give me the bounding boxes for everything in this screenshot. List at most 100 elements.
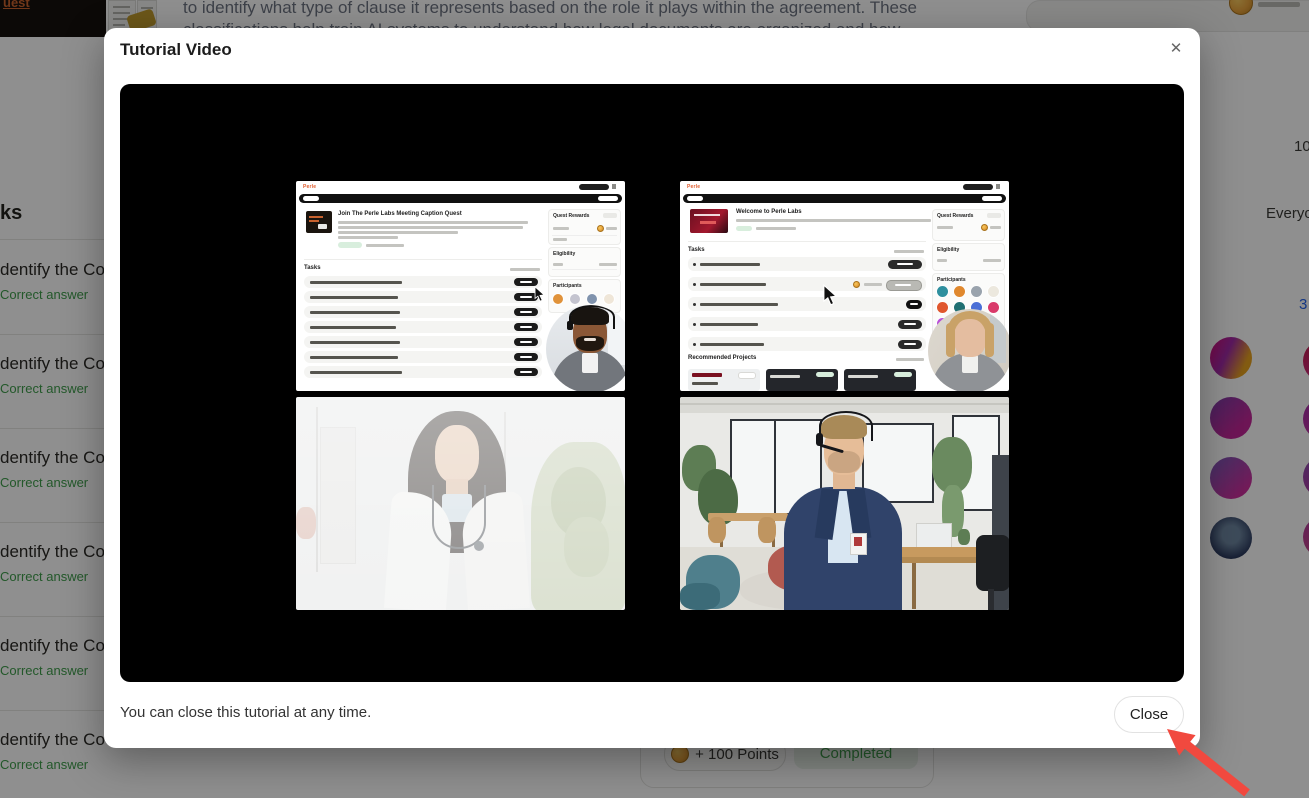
decor (910, 303, 918, 305)
decor (700, 283, 766, 286)
decor (310, 311, 400, 314)
photo-fade (296, 397, 625, 610)
decor (514, 353, 538, 361)
webcam-photo-woman (928, 309, 1009, 391)
decor (897, 263, 913, 265)
back-button (687, 196, 703, 201)
mini-task-row (688, 337, 926, 351)
decor (894, 372, 912, 377)
decor (680, 403, 1009, 405)
video-tile-doctor (296, 397, 625, 610)
eligibility-card: Eligibility (932, 243, 1005, 271)
project-card (766, 369, 838, 391)
quest-title: Welcome to Perle Labs (736, 209, 802, 215)
close-button[interactable]: Close (1114, 696, 1184, 733)
text-bar (894, 250, 924, 253)
rewards-card: Quest Rewards (932, 209, 1005, 241)
decor (520, 311, 532, 313)
text-bar (338, 226, 523, 229)
modal-footer-note: You can close this tutorial at any time. (120, 704, 371, 721)
text-bar (338, 231, 458, 234)
mini-avatar (553, 294, 563, 304)
header-icon (612, 184, 616, 189)
decor (770, 375, 800, 378)
mini-avatar (971, 286, 982, 297)
decor (310, 281, 402, 284)
header-icon (996, 184, 1000, 189)
screen: { "modal": { "title": "Tutorial Video", … (0, 0, 1309, 798)
decor (309, 216, 323, 218)
decor (310, 296, 398, 299)
cursor-pointer (534, 286, 545, 302)
decor (535, 287, 544, 301)
decor (692, 373, 722, 377)
decor (310, 371, 402, 374)
decor (824, 285, 836, 305)
decor (693, 263, 696, 266)
decor (898, 320, 922, 329)
video-tile-app-screenshot-2: Perle Welcome to Perle Labs Tasks (680, 181, 1009, 391)
nav-bar (683, 194, 1006, 203)
rewards-card: Quest Rewards (548, 209, 621, 245)
decor (693, 323, 696, 326)
text-bar (338, 236, 398, 239)
text-bar (366, 244, 404, 247)
mini-task-row (304, 366, 542, 378)
eligibility-label: Eligibility (553, 251, 575, 257)
decor (904, 323, 916, 325)
mini-avatar (587, 294, 597, 304)
decor (774, 421, 776, 513)
perle-logo: Perle (303, 184, 316, 190)
divider (688, 241, 926, 242)
mini-task-row (304, 306, 542, 318)
text-bar (510, 268, 540, 271)
status-badge (338, 242, 362, 248)
mini-task-row (688, 257, 926, 271)
decor (700, 343, 764, 346)
decor (895, 284, 911, 286)
decor (954, 319, 986, 357)
chair (708, 517, 726, 543)
participants-label: Participants (937, 277, 966, 283)
decor (988, 589, 994, 610)
decor (520, 296, 532, 298)
tutorial-video-modal: Tutorial Video ✕ Perle Join The Perle La… (104, 28, 1200, 748)
decor (520, 326, 532, 328)
decor (693, 343, 696, 346)
tasks-section-label: Tasks (688, 247, 705, 253)
decor (310, 326, 396, 329)
modal-title: Tutorial Video (120, 40, 232, 60)
back-button (303, 196, 319, 201)
mini-task-row (688, 277, 926, 291)
headset (569, 305, 615, 329)
decor (693, 303, 696, 306)
eligibility-label: Eligibility (937, 247, 959, 253)
decor (553, 238, 567, 241)
close-icon[interactable]: ✕ (1164, 36, 1188, 60)
quest-thumbnail (690, 209, 728, 233)
project-card (844, 369, 916, 391)
decor (603, 213, 617, 218)
decor (985, 323, 994, 357)
decor (700, 323, 758, 326)
mini-task-row (304, 351, 542, 363)
mini-task-row (688, 297, 926, 311)
mini-avatar (988, 286, 999, 297)
decor (981, 224, 988, 231)
desk-plant (958, 529, 970, 545)
participants-label: Participants (553, 283, 582, 289)
office-chair (976, 535, 1009, 591)
decor (597, 225, 604, 232)
mini-task-row (304, 276, 542, 288)
decor (700, 303, 778, 306)
decor (310, 356, 398, 359)
video-tile-app-screenshot-1: Perle Join The Perle Labs Meeting Captio… (296, 181, 625, 391)
decor (692, 382, 718, 385)
decor (318, 224, 327, 229)
decor (599, 263, 617, 266)
decor (514, 323, 538, 331)
tutorial-video-player[interactable]: Perle Join The Perle Labs Meeting Captio… (120, 84, 1184, 682)
decor (693, 283, 696, 286)
eligibility-card: Eligibility (548, 247, 621, 277)
decor (904, 343, 916, 345)
